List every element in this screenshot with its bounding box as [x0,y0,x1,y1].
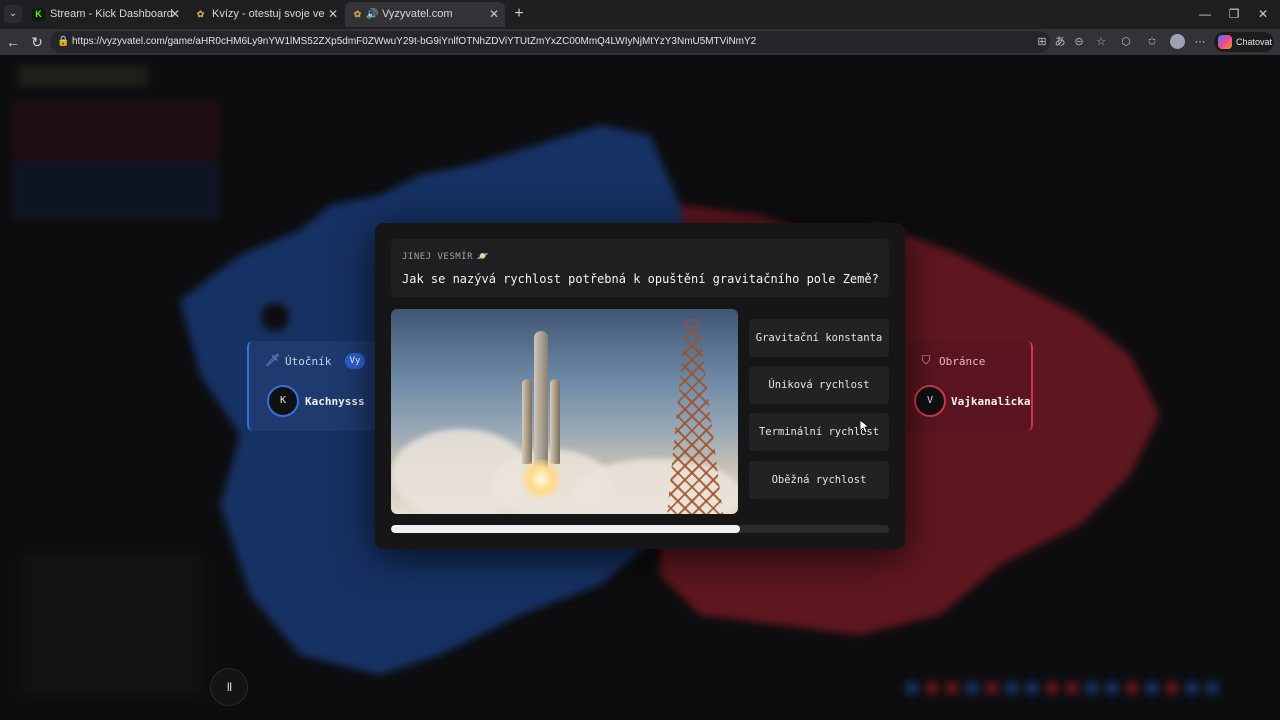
address-bar: ← ↻ 🔒 https://vyzyvatel.com/game/aHR0cHM… [0,29,1280,55]
close-window-icon[interactable]: ✕ [1253,4,1273,24]
tab-close-icon[interactable]: ✕ [489,2,499,27]
tab-kvizy[interactable]: ✿ Kvízy - otestuj svoje vedomosti - I ✕ [188,2,344,27]
planet-icon: 🪐 [477,252,489,262]
defender-role-label: Obránce [939,355,986,368]
question-image [391,309,738,514]
translate-icon[interactable]: あ [1052,34,1068,50]
answer-option[interactable]: Oběžná rychlost [749,461,889,499]
bg-chat-panel [22,555,202,695]
copilot-button[interactable]: Chatovat [1214,32,1274,52]
defender-avatar: V [914,385,946,417]
sword-icon: 🗡 [265,353,281,367]
answer-option[interactable]: Gravitační konstanta [749,319,889,357]
kick-favicon-icon: K [32,8,45,21]
minimize-icon[interactable]: — [1195,4,1215,24]
more-menu-icon[interactable]: ⋯ [1192,34,1208,50]
question-box: JINEJ VESMÍR 🪐 Jak se nazývá rychlost pot… [391,239,889,297]
site-favicon-icon: ✿ [196,9,205,19]
answer-option[interactable]: Úniková rychlost [749,366,889,404]
url-text: https://vyzyvatel.com/game/aHR0cHM6Ly9nY… [72,36,757,47]
tab-title: Stream - Kick Dashboard [50,8,173,20]
mouse-cursor-icon [860,420,870,434]
shield-icon: ⛉ [921,353,931,367]
tab-actions-menu-icon[interactable]: ⌄ [4,5,22,23]
tab-close-icon[interactable]: ✕ [170,2,180,27]
audio-playing-icon[interactable]: 🔊 [366,2,378,27]
tab-title: Kvízy - otestuj svoje vedomosti - I [212,8,324,20]
reload-icon[interactable]: ↻ [27,32,47,52]
game-page: II 🗡 Útočník Vy K Kachnysss ⛉ Obránce V … [0,55,1280,720]
quiz-modal: JINEJ VESMÍR 🪐 Jak se nazývá rychlost pot… [375,223,905,549]
copilot-icon [1218,35,1232,49]
app-available-icon[interactable]: ⊞ [1034,34,1050,50]
defender-card: ⛉ Obránce V Vajkanalicka [903,341,1033,431]
question-category: JINEJ VESMÍR 🪐 [402,252,489,262]
tab-close-icon[interactable]: ✕ [328,2,338,27]
pause-button[interactable]: II [210,668,248,706]
tab-title: Vyzyvatel.com [382,8,453,20]
favorite-star-icon[interactable]: ☆ [1093,34,1109,50]
attacker-role-label: Útočník [285,355,332,368]
extensions-icon[interactable]: ⬡ [1118,34,1134,50]
attacker-avatar: K [267,385,299,417]
browser-tab-bar: ⌄ K Stream - Kick Dashboard ✕ ✿ Kvízy - … [0,0,1280,29]
tab-vyzyvatel[interactable]: ✿ 🔊 Vyzyvatel.com ✕ [345,2,505,27]
timer-bar-fill [391,525,740,533]
profile-avatar[interactable] [1170,34,1185,49]
tracking-prevention-icon[interactable]: ⊝ [1071,34,1087,50]
copilot-label: Chatovat [1236,37,1273,47]
site-info-icon[interactable]: 🔒 [57,31,69,53]
defender-name: Vajkanalicka [951,395,1031,408]
restore-icon[interactable]: ❐ [1224,4,1244,24]
question-text: Jak se nazývá rychlost potřebná k opuště… [402,272,879,286]
site-favicon-icon: ✿ [353,9,362,19]
timer-bar [391,525,889,533]
attacker-name: Kachnysss [305,395,365,408]
bg-round-indicators [905,681,1260,695]
new-tab-icon[interactable]: + [510,4,528,24]
category-label: JINEJ VESMÍR [402,252,474,262]
attacker-card: 🗡 Útočník Vy K Kachnysss [247,341,377,431]
favorites-icon[interactable]: ✩ [1144,34,1160,50]
back-icon[interactable]: ← [3,32,23,52]
you-badge: Vy [345,353,365,369]
url-field[interactable]: 🔒 https://vyzyvatel.com/game/aHR0cHM6Ly9… [50,31,1050,53]
tab-kick-dashboard[interactable]: K Stream - Kick Dashboard ✕ [26,2,186,27]
